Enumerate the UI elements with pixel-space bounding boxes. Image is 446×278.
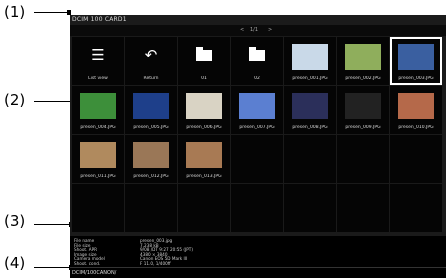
info-value: F 11.0, 1/400ff bbox=[140, 261, 171, 266]
file-info-panel: File name presen_003.jpg File size 7,238 kB… bbox=[70, 236, 446, 266]
empty-cell bbox=[390, 184, 442, 232]
callout-3: (3) bbox=[4, 212, 26, 230]
cell-caption: presen_003.JPG bbox=[398, 76, 434, 81]
image-thumbnail bbox=[80, 93, 116, 119]
image-thumbnail-cell[interactable]: presen_003.JPG bbox=[390, 37, 442, 85]
image-thumbnail bbox=[133, 93, 169, 119]
empty-cell bbox=[231, 184, 283, 232]
image-thumbnail bbox=[186, 142, 222, 168]
image-thumbnail-cell[interactable]: presen_007.JPG bbox=[231, 86, 283, 134]
callout-1: (1) bbox=[4, 3, 26, 21]
empty-cell bbox=[390, 135, 442, 183]
cell-caption: presen_009.JPG bbox=[345, 125, 381, 130]
empty-cell bbox=[337, 135, 389, 183]
path-bar: DCIM 100 CARD1 bbox=[70, 15, 446, 25]
folder-icon bbox=[249, 47, 265, 61]
cell-caption: List view bbox=[88, 76, 108, 81]
image-thumbnail-cell[interactable]: presen_005.JPG bbox=[125, 86, 177, 134]
cell-caption: 02 bbox=[254, 76, 260, 81]
return-icon: ↶ bbox=[144, 46, 158, 64]
empty-cell bbox=[125, 184, 177, 232]
cell-caption: presen_013.JPG bbox=[186, 174, 222, 179]
cell-caption: 01 bbox=[201, 76, 207, 81]
prev-page-button[interactable]: < bbox=[240, 27, 244, 33]
image-thumbnail bbox=[292, 93, 328, 119]
cell-caption: presen_001.JPG bbox=[292, 76, 328, 81]
image-thumbnail-cell[interactable]: presen_002.JPG bbox=[337, 37, 389, 85]
image-thumbnail-cell[interactable]: presen_010.JPG bbox=[390, 86, 442, 134]
image-thumbnail-cell[interactable]: presen_012.JPG bbox=[125, 135, 177, 183]
cell-caption: presen_007.JPG bbox=[239, 125, 275, 130]
list-icon: ☰ bbox=[91, 46, 105, 64]
empty-cell bbox=[284, 184, 336, 232]
cell-caption: presen_004.JPG bbox=[80, 125, 116, 130]
return-cell[interactable]: ↶ Return bbox=[125, 37, 177, 85]
empty-cell bbox=[284, 135, 336, 183]
image-thumbnail-cell[interactable]: presen_006.JPG bbox=[178, 86, 230, 134]
image-thumbnail bbox=[133, 142, 169, 168]
callout-3-leader bbox=[34, 222, 73, 227]
image-thumbnail bbox=[345, 44, 381, 70]
cell-caption: presen_010.JPG bbox=[398, 125, 434, 130]
status-path: DCIM/100CANON/ bbox=[72, 270, 117, 276]
next-page-button[interactable]: > bbox=[268, 27, 272, 33]
image-thumbnail bbox=[345, 93, 381, 119]
cell-caption: presen_008.JPG bbox=[292, 125, 328, 130]
folder-cell[interactable]: 02 bbox=[231, 37, 283, 85]
image-thumbnail-cell[interactable]: presen_013.JPG bbox=[178, 135, 230, 183]
folder-cell[interactable]: 01 bbox=[178, 37, 230, 85]
empty-cell bbox=[72, 184, 124, 232]
image-thumbnail bbox=[292, 44, 328, 70]
page-indicator: 1/1 bbox=[250, 27, 259, 33]
callout-2: (2) bbox=[4, 91, 26, 109]
callout-4-leader bbox=[34, 265, 73, 270]
cell-caption: Return bbox=[143, 76, 159, 81]
cell-caption: presen_006.JPG bbox=[186, 125, 222, 130]
cell-caption: presen_011.JPG bbox=[80, 174, 116, 179]
empty-cell bbox=[178, 184, 230, 232]
image-thumbnail-cell[interactable]: presen_001.JPG bbox=[284, 37, 336, 85]
image-thumbnail bbox=[80, 142, 116, 168]
thumbnail-grid: ☰ List view ↶ Return 01 02 presen_001.JPG prese… bbox=[70, 36, 446, 236]
image-thumbnail-cell[interactable]: presen_011.JPG bbox=[72, 135, 124, 183]
file-browser-screen: DCIM 100 CARD1 < 1/1 > ☰ List view ↶ Return… bbox=[70, 15, 446, 278]
callout-1-leader bbox=[34, 10, 71, 15]
image-thumbnail bbox=[398, 44, 434, 70]
info-key: Shoot. cond. bbox=[74, 261, 101, 266]
cell-caption: presen_002.JPG bbox=[345, 76, 381, 81]
list-cell[interactable]: ☰ List view bbox=[72, 37, 124, 85]
image-thumbnail bbox=[186, 93, 222, 119]
empty-cell bbox=[231, 135, 283, 183]
cell-caption: presen_012.JPG bbox=[133, 174, 169, 179]
status-bar: DCIM/100CANON/ bbox=[70, 267, 446, 278]
image-thumbnail bbox=[398, 93, 434, 119]
image-thumbnail-cell[interactable]: presen_009.JPG bbox=[337, 86, 389, 134]
image-thumbnail-cell[interactable]: presen_004.JPG bbox=[72, 86, 124, 134]
callout-4: (4) bbox=[4, 254, 26, 272]
cell-caption: presen_005.JPG bbox=[133, 125, 169, 130]
image-thumbnail bbox=[239, 93, 275, 119]
path-label: DCIM 100 CARD1 bbox=[72, 16, 127, 23]
empty-cell bbox=[337, 184, 389, 232]
folder-icon bbox=[196, 47, 212, 61]
pager: < 1/1 > bbox=[70, 25, 446, 36]
image-thumbnail-cell[interactable]: presen_008.JPG bbox=[284, 86, 336, 134]
